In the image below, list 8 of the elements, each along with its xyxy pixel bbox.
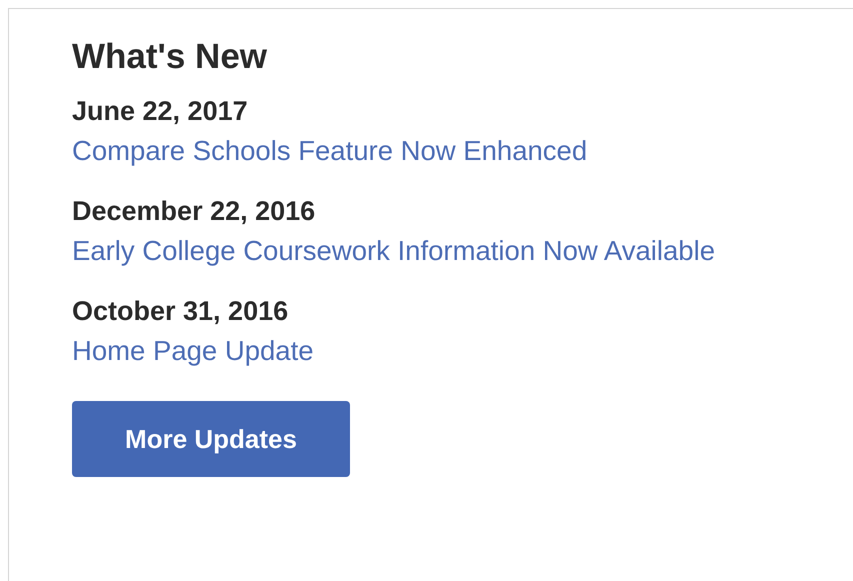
update-date: October 31, 2016 (72, 295, 290, 328)
more-updates-button[interactable]: More Updates (72, 401, 350, 477)
update-link[interactable]: Home Page Update (72, 331, 314, 371)
update-date: December 22, 2016 (72, 195, 316, 228)
section-title: What's New (72, 36, 268, 78)
update-link[interactable]: Compare Schools Feature Now Enhanced (72, 131, 588, 171)
update-link[interactable]: Early College Coursework Information Now Available (72, 231, 715, 271)
update-date: June 22, 2017 (72, 95, 249, 128)
